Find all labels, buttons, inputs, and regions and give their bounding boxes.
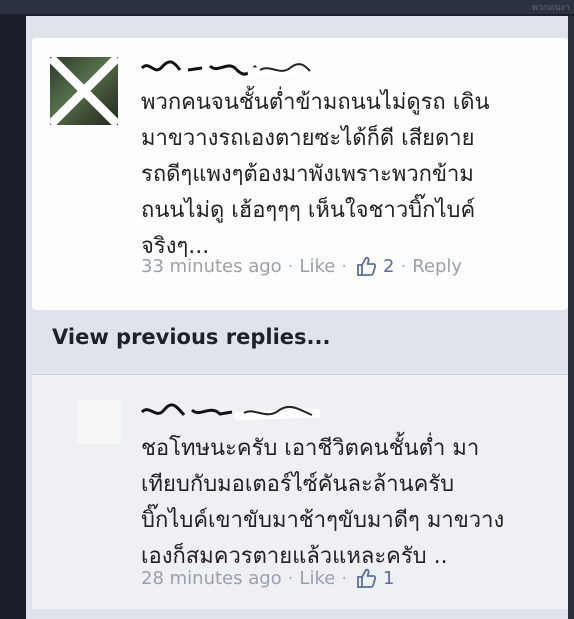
author-name-redacted [140, 60, 315, 77]
separator: · [341, 255, 348, 277]
separator: · [287, 255, 294, 277]
reply-text: ชอโทษนะครับ เอาชีวิตคนชั้นต่ำ มา เทียบกั… [141, 436, 505, 569]
separator: · [287, 567, 294, 589]
top-bar-text: พวกคนงา [531, 3, 570, 13]
comment-time[interactable]: 33 minutes ago [141, 256, 282, 277]
like-count[interactable]: 1 [383, 568, 394, 589]
reply-meta: 28 minutes ago · Like · 1 [141, 567, 395, 589]
thumbs-up-icon[interactable] [355, 255, 377, 277]
view-previous-replies-link[interactable]: View previous replies... [52, 325, 330, 349]
top-bar: พวกคนงา [0, 0, 574, 14]
reply-time[interactable]: 28 minutes ago [141, 568, 282, 589]
separator: · [400, 255, 407, 277]
separator: · [341, 567, 348, 589]
reply-link[interactable]: Reply [412, 256, 462, 277]
reply-author-name-redacted [140, 403, 320, 421]
like-link[interactable]: Like [299, 256, 335, 277]
reply-avatar[interactable] [77, 400, 121, 444]
x-mark-icon [50, 57, 118, 125]
comment-text: พวกคนจนชั้นต่ำข้ามถนนไม่ดูรถ เดิน มาขวาง… [141, 90, 490, 259]
comment-meta: 33 minutes ago · Like · 2 · Reply [141, 255, 462, 277]
like-link[interactable]: Like [299, 568, 335, 589]
avatar[interactable] [50, 57, 118, 125]
like-count[interactable]: 2 [383, 256, 394, 277]
thumbs-up-icon[interactable] [355, 567, 377, 589]
window-edge [568, 16, 574, 619]
